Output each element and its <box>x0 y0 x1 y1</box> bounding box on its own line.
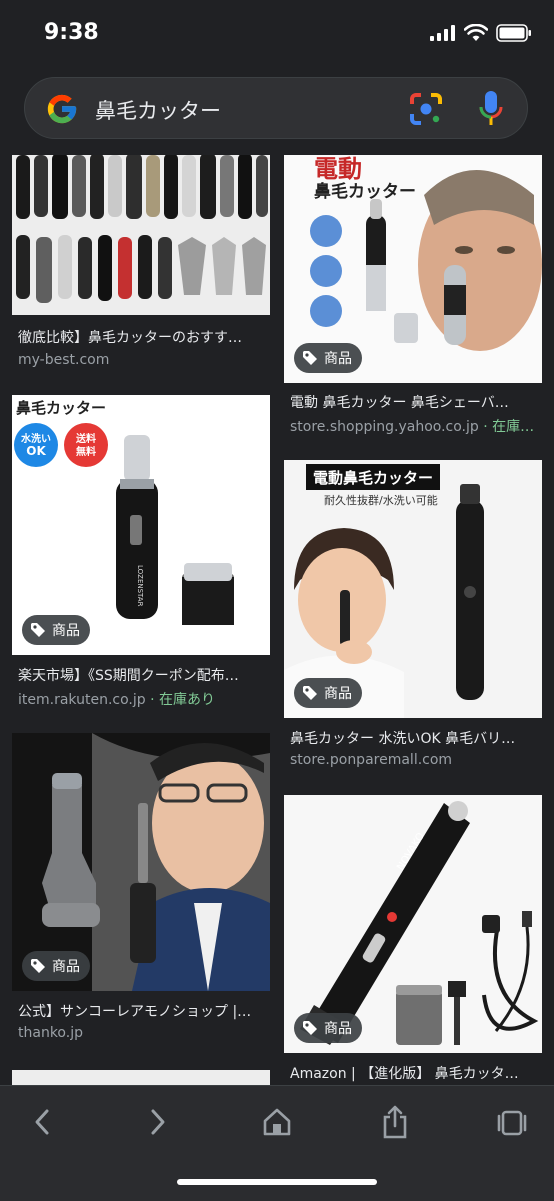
tag-icon <box>303 1021 317 1035</box>
svg-text:送料: 送料 <box>75 432 96 445</box>
svg-text:無料: 無料 <box>76 445 96 458</box>
bottom-toolbar <box>0 1085 554 1201</box>
search-query[interactable]: 鼻毛カッター <box>95 95 221 125</box>
home-icon <box>263 1108 291 1136</box>
tag-icon <box>31 623 45 637</box>
svg-text:電動鼻毛カッター: 電動鼻毛カッター <box>313 469 433 487</box>
result-source[interactable]: store.shopping.yahoo.co.jp · 在庫… <box>290 416 540 436</box>
svg-text:鼻毛カッター: 鼻毛カッター <box>16 399 106 417</box>
result-source[interactable]: thanko.jp <box>18 1025 268 1041</box>
signal-icon <box>430 25 455 41</box>
tabs-button[interactable] <box>492 1104 532 1140</box>
product-badge: 商品 <box>22 615 90 645</box>
share-button[interactable] <box>375 1104 415 1140</box>
forward-icon <box>151 1109 165 1135</box>
battery-icon <box>496 24 531 42</box>
forward-button[interactable] <box>138 1104 178 1140</box>
trimmer-collection-image <box>12 155 270 315</box>
result-card[interactable] <box>12 1070 270 1085</box>
result-card[interactable]: 電動鼻毛カッター 耐久性抜群/水洗い可能 商品 鼻毛カッター 水洗いOK 鼻毛バ… <box>284 460 542 770</box>
result-thumbnail[interactable]: 電動鼻毛カッター 耐久性抜群/水洗い可能 商品 <box>284 460 542 718</box>
result-card[interactable]: 鼻毛カッター 水洗い OK 送料 無料 LOZENSTAR 商品 楽天市場】《S… <box>12 395 270 715</box>
result-card[interactable]: 商品 公式】サンコーレアモノショップ |… thanko.jp <box>12 733 270 1053</box>
result-card[interactable]: 電動 鼻毛カッター 商品 電動 鼻毛カッター 鼻毛シェーバ… store.sho… <box>284 155 542 440</box>
status-bar: 9:38 <box>0 0 554 70</box>
home-button[interactable] <box>257 1104 297 1140</box>
result-source[interactable]: my-best.com <box>18 352 268 368</box>
back-button[interactable] <box>22 1104 62 1140</box>
result-thumbnail[interactable]: 鼻毛カッター 水洗い OK 送料 無料 LOZENSTAR 商品 <box>12 395 270 655</box>
image-results-grid: 徹底比較】鼻毛カッターのおすす… my-best.com 電動 鼻毛カッター 商… <box>0 155 554 1085</box>
status-time: 9:38 <box>44 20 99 45</box>
google-logo <box>47 94 77 124</box>
result-title[interactable]: 楽天市場】《SS期間クーポン配布… <box>18 665 268 685</box>
share-icon <box>383 1105 407 1139</box>
home-indicator <box>177 1179 377 1185</box>
search-bar[interactable]: 鼻毛カッター <box>24 77 528 139</box>
wifi-icon <box>464 24 488 41</box>
result-source[interactable]: store.ponparemall.com <box>290 752 540 768</box>
result-thumbnail[interactable]: 電動 鼻毛カッター 商品 <box>284 155 542 383</box>
lens-icon[interactable] <box>409 92 443 126</box>
tabs-icon <box>497 1110 527 1136</box>
product-badge: 商品 <box>294 343 362 373</box>
result-title[interactable]: 電動 鼻毛カッター 鼻毛シェーバ… <box>290 392 540 412</box>
result-title[interactable]: 公式】サンコーレアモノショップ |… <box>18 1001 268 1021</box>
svg-text:耐久性抜群/水洗い可能: 耐久性抜群/水洗い可能 <box>324 493 438 507</box>
result-card[interactable]: NOVAKO 商品 Amazon | 【進化版】 鼻毛カッタ… <box>284 795 542 1085</box>
mic-icon[interactable] <box>479 90 503 128</box>
svg-text:電動: 電動 <box>314 155 362 183</box>
result-thumbnail[interactable]: NOVAKO 商品 <box>284 795 542 1053</box>
result-thumbnail[interactable] <box>12 1070 270 1085</box>
product-badge: 商品 <box>22 951 90 981</box>
tag-icon <box>303 686 317 700</box>
product-badge: 商品 <box>294 678 362 708</box>
result-thumbnail[interactable]: 商品 <box>12 733 270 991</box>
tag-icon <box>31 959 45 973</box>
result-title[interactable]: 鼻毛カッター 水洗いOK 鼻毛バリ… <box>290 728 540 748</box>
tag-icon <box>303 351 317 365</box>
svg-text:LOZENSTAR: LOZENSTAR <box>136 565 144 607</box>
back-icon <box>35 1109 49 1135</box>
result-thumbnail[interactable] <box>12 155 270 315</box>
result-card[interactable]: 徹底比較】鼻毛カッターのおすす… my-best.com <box>12 155 270 370</box>
product-badge: 商品 <box>294 1013 362 1043</box>
result-source[interactable]: item.rakuten.co.jp · 在庫あり <box>18 689 268 709</box>
result-title[interactable]: Amazon | 【進化版】 鼻毛カッタ… <box>290 1063 540 1083</box>
svg-text:鼻毛カッター: 鼻毛カッター <box>314 181 416 202</box>
result-title[interactable]: 徹底比較】鼻毛カッターのおすす… <box>18 327 268 347</box>
svg-text:OK: OK <box>26 444 46 458</box>
